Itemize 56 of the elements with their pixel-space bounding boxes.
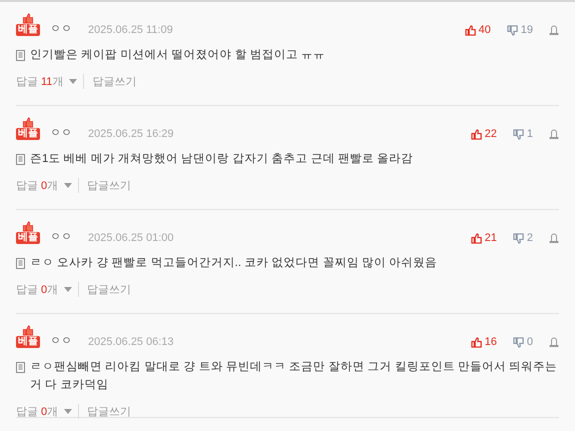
- author-name: ㅇㅇ: [50, 22, 72, 36]
- document-icon: [16, 50, 25, 61]
- like-button[interactable]: 40: [464, 24, 491, 36]
- document-icon: [16, 154, 25, 165]
- reply-toggle[interactable]: 답글 0개: [16, 178, 72, 193]
- siren-icon[interactable]: [549, 129, 559, 139]
- dislike-button[interactable]: 0: [512, 336, 533, 348]
- reply-toggle[interactable]: 답글 11개: [16, 74, 78, 89]
- author-name: ㅇㅇ: [50, 126, 72, 140]
- siren-icon[interactable]: [549, 337, 559, 347]
- document-icon: [16, 362, 25, 373]
- dislike-button[interactable]: 1: [512, 128, 533, 140]
- reply-toggle[interactable]: 답글 0개: [16, 282, 72, 297]
- thumbs-down-icon: [512, 336, 524, 348]
- thumbs-down-icon: [512, 128, 524, 140]
- thumbs-up-icon: [470, 232, 482, 244]
- comment-date: 2025.06.25 11:09: [88, 24, 173, 36]
- thumbs-up-icon: [22, 117, 34, 128]
- siren-icon[interactable]: [549, 233, 559, 243]
- comment-date: 2025.06.25 06:13: [88, 336, 174, 348]
- write-reply-link[interactable]: 답글쓰기: [83, 74, 136, 89]
- comment-date: 2025.06.25 01:00: [88, 232, 174, 244]
- thumbs-up-icon: [470, 336, 482, 348]
- dislike-button[interactable]: 19: [506, 24, 533, 36]
- thumbs-up-icon: [22, 221, 34, 232]
- caret-icon: [64, 409, 72, 414]
- siren-icon[interactable]: [549, 25, 559, 35]
- best-badge: 베플: [16, 24, 40, 36]
- best-badge: 베플: [16, 336, 40, 348]
- thumbs-up-icon: [470, 128, 482, 140]
- thumbs-up-icon: [464, 24, 476, 36]
- comment-date: 2025.06.25 16:29: [88, 128, 174, 140]
- like-button[interactable]: 21: [470, 232, 497, 244]
- author-name: ㅇㅇ: [50, 334, 72, 348]
- document-icon: [16, 258, 25, 269]
- dislike-button[interactable]: 2: [512, 232, 533, 244]
- like-button[interactable]: 16: [470, 336, 497, 348]
- comment-text: 인기빨은 케이팝 미션에서 떨어졌어야 할 범접이고 ㅠㅠ: [30, 48, 326, 63]
- like-button[interactable]: 22: [470, 128, 497, 140]
- reply-toggle[interactable]: 답글 0개: [16, 404, 72, 419]
- caret-icon: [64, 183, 72, 188]
- best-badge: 베플: [16, 128, 40, 140]
- caret-icon: [64, 287, 72, 292]
- thumbs-down-icon: [512, 232, 524, 244]
- write-reply-link[interactable]: 답글쓰기: [78, 404, 132, 419]
- author-name: ㅇㅇ: [50, 230, 72, 244]
- write-reply-link[interactable]: 답글쓰기: [78, 282, 132, 297]
- thumbs-up-icon: [22, 325, 34, 336]
- write-reply-link[interactable]: 답글쓰기: [78, 178, 132, 193]
- comment-text: ㄹㅇ 오사카 걍 팬빨로 먹고들어간거지.. 코카 없었다면 꼴찌임 많이 아쉬웠음: [30, 256, 438, 271]
- best-badge: 베플: [16, 232, 40, 244]
- comment-text: ㄹㅇ팬심빼면 리아킴 말대로 걍 트와 뮤빈데ㅋㅋ 조금만 잘하면 그거 킬링포인트 만들어서 띄워주는거 다 코카덕임: [30, 360, 558, 393]
- thumbs-up-icon: [22, 13, 34, 24]
- caret-icon: [69, 79, 78, 84]
- thumbs-down-icon: [506, 24, 518, 36]
- comment-text: 즌1도 베베 메가 개쳐망했어 남댄이랑 갑자기 춤추고 근데 팬빨로 올라감: [30, 152, 414, 167]
